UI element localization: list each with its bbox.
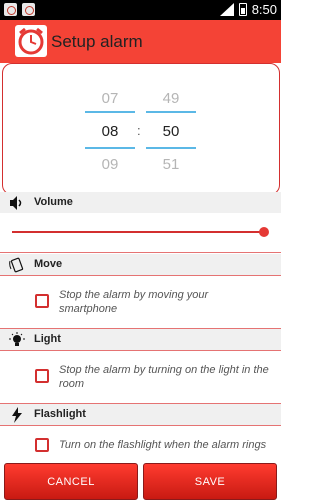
minute-divider-top: [146, 111, 196, 113]
status-bar: 8:50: [0, 0, 281, 20]
app-bar: Setup alarm: [0, 20, 281, 63]
battery-icon: [238, 3, 247, 16]
light-label: Light: [34, 333, 61, 345]
alarm-clock-app-icon: [15, 25, 47, 57]
flashlight-label: Flashlight: [34, 408, 86, 420]
hour-next[interactable]: 09: [85, 156, 135, 173]
move-option-text: Stop the alarm by moving your smartphone: [59, 289, 209, 315]
light-checkbox[interactable]: [35, 369, 49, 383]
volume-icon: [10, 196, 22, 210]
light-header: Light: [0, 329, 281, 351]
volume-header: Volume: [0, 192, 281, 214]
flashlight-header: Flashlight: [0, 404, 281, 426]
minute-divider-bottom: [146, 147, 196, 149]
flashlight-option-row[interactable]: Turn on the flashlight when the alarm ri…: [0, 427, 281, 467]
light-option-row[interactable]: Stop the alarm by turning on the light i…: [0, 352, 281, 404]
status-indicators: 8:50: [219, 2, 277, 17]
alarm-clock-notification-icon: [22, 3, 35, 16]
move-label: Move: [34, 258, 63, 270]
hour-divider-top: [85, 111, 135, 113]
minute-prev[interactable]: 49: [146, 90, 196, 107]
status-time: 8:50: [251, 2, 277, 17]
volume-slider-thumb[interactable]: [259, 227, 269, 237]
flashlight-checkbox[interactable]: [35, 438, 49, 452]
volume-slider-track[interactable]: [12, 231, 264, 233]
cancel-button[interactable]: CANCEL: [4, 463, 138, 500]
volume-slider[interactable]: [0, 213, 281, 253]
phone-shake-icon: [9, 257, 24, 273]
minute-selected[interactable]: 50: [146, 123, 196, 140]
alarm-notification-icon: [4, 3, 17, 16]
lightbulb-icon: [9, 332, 25, 346]
flashlight-icon: [12, 407, 22, 423]
page-title: Setup alarm: [51, 32, 143, 51]
flashlight-option-text: Turn on the flashlight when the alarm ri…: [59, 439, 267, 451]
time-separator: :: [137, 123, 141, 138]
light-option-text: Stop the alarm by turning on the light i…: [59, 364, 269, 390]
notification-icons: [4, 3, 35, 16]
time-picker[interactable]: 07 08 09 : 49 50 51: [2, 63, 280, 195]
minute-next[interactable]: 51: [146, 156, 196, 173]
move-option-row[interactable]: Stop the alarm by moving your smartphone: [0, 277, 281, 329]
hour-prev[interactable]: 07: [85, 90, 135, 107]
move-header: Move: [0, 254, 281, 276]
move-checkbox[interactable]: [35, 294, 49, 308]
signal-icon: [219, 3, 234, 16]
hour-selected[interactable]: 08: [85, 123, 135, 140]
hour-divider-bottom: [85, 147, 135, 149]
volume-label: Volume: [34, 196, 73, 208]
save-button[interactable]: SAVE: [143, 463, 277, 500]
